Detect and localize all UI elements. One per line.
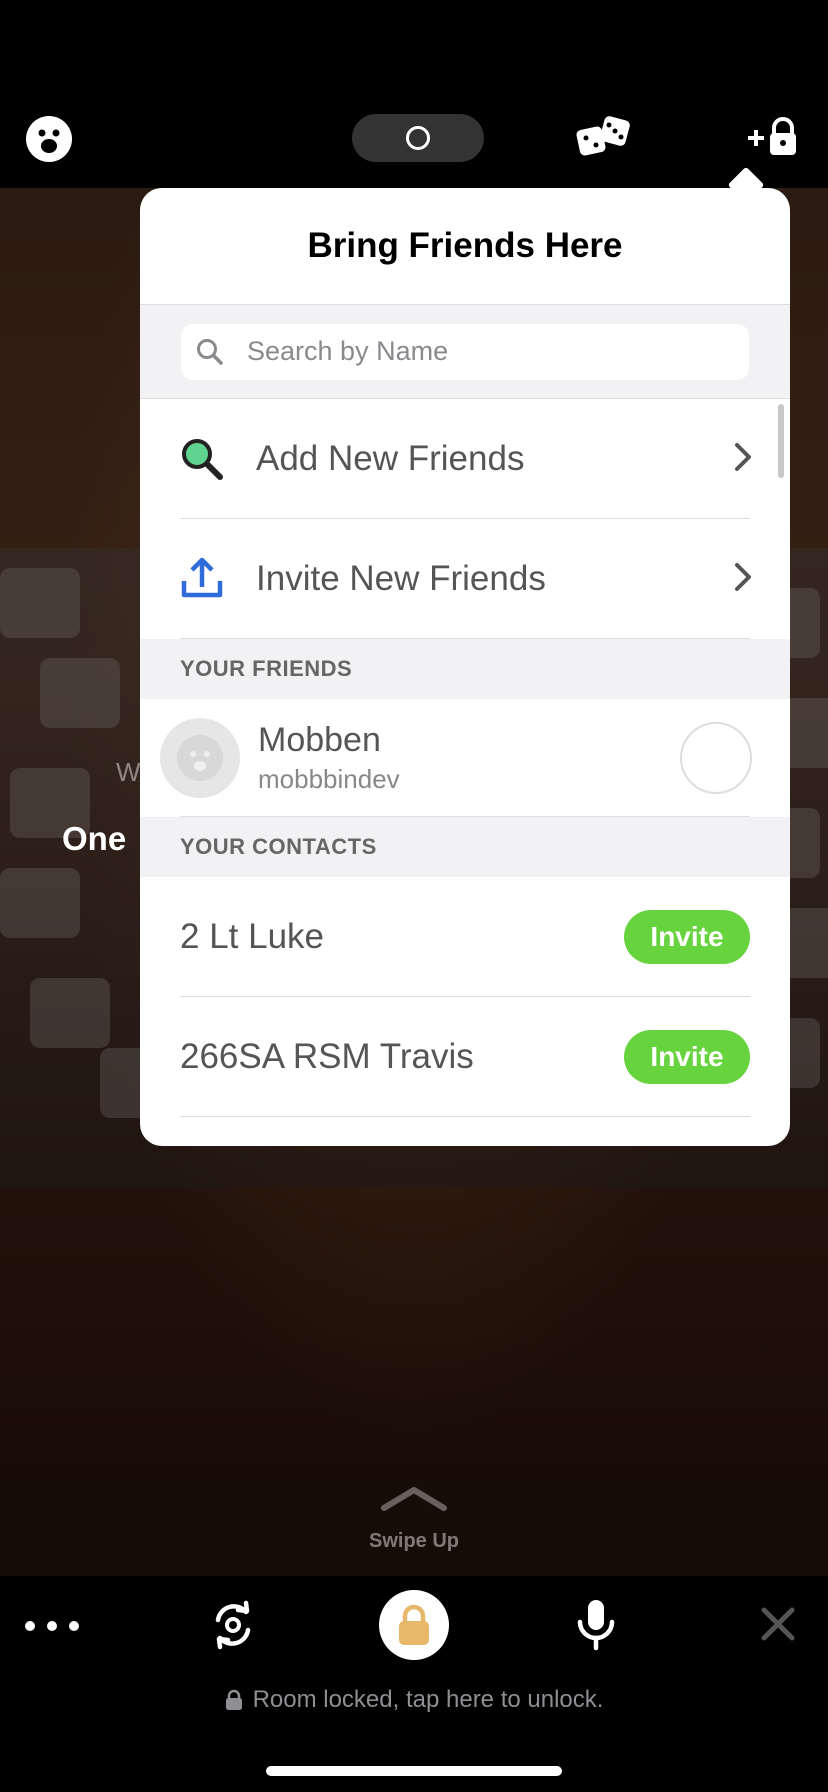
your-friends-header: YOUR FRIENDS: [140, 639, 790, 699]
more-icon[interactable]: [24, 1606, 80, 1646]
search-area: [140, 305, 790, 399]
friend-username: mobbbindev: [258, 764, 400, 794]
your-contacts-header: YOUR CONTACTS: [140, 817, 790, 877]
select-friend-checkbox[interactable]: [680, 722, 752, 794]
flip-camera-icon[interactable]: [208, 1600, 258, 1650]
default-avatar-icon: [177, 735, 223, 781]
bring-friends-popover: Bring Friends Here Add New Friends: [140, 188, 790, 1146]
chevron-right-icon: [734, 562, 752, 597]
camera-switch-button[interactable]: [352, 114, 484, 162]
add-new-friends-row[interactable]: Add New Friends: [140, 399, 790, 519]
friend-row[interactable]: Mobben mobbbindev: [140, 699, 790, 817]
add-lock-icon[interactable]: [744, 112, 800, 162]
room-lock-button[interactable]: [379, 1590, 449, 1660]
small-lock-icon: [225, 1689, 242, 1710]
magnifier-icon: [178, 435, 226, 483]
microphone-icon[interactable]: [574, 1598, 618, 1652]
dice-icon[interactable]: [574, 112, 634, 162]
smiley-face-icon[interactable]: [26, 116, 72, 162]
close-icon[interactable]: [758, 1604, 798, 1644]
background-caption: W: [116, 757, 141, 787]
invite-new-friends-label: Invite New Friends: [256, 559, 546, 598]
home-indicator[interactable]: [266, 1766, 562, 1776]
lock-icon: [399, 1604, 429, 1645]
scrollbar[interactable]: [778, 404, 784, 478]
chevron-up-icon[interactable]: [380, 1484, 448, 1514]
room-lock-text: Room locked, tap here to unlock.: [252, 1686, 604, 1713]
contact-name: 2 Lt Luke: [180, 917, 324, 956]
popover-header: Bring Friends Here: [140, 188, 790, 305]
room-lock-message[interactable]: Room locked, tap here to unlock.: [0, 1686, 828, 1714]
invite-button[interactable]: Invite: [624, 910, 750, 964]
contact-row: 2 Lt Luke Invite: [140, 877, 790, 997]
background-heading: One: [62, 820, 127, 857]
swipe-up-label[interactable]: Swipe Up: [0, 1530, 828, 1553]
share-upload-icon: [178, 555, 226, 603]
contact-name: 266SA RSM Travis: [180, 1037, 474, 1076]
search-icon: [197, 338, 223, 365]
friend-name: Mobben: [258, 721, 381, 759]
popover-title: Bring Friends Here: [307, 226, 623, 265]
search-input[interactable]: [245, 335, 689, 368]
contact-row: 266SA RSM Travis Invite: [140, 997, 790, 1117]
add-new-friends-label: Add New Friends: [256, 439, 525, 478]
avatar: [160, 718, 240, 798]
invite-new-friends-row[interactable]: Invite New Friends: [140, 519, 790, 639]
chevron-right-icon: [734, 442, 752, 477]
invite-button[interactable]: Invite: [624, 1030, 750, 1084]
camera-ring-icon: [406, 126, 430, 150]
search-box[interactable]: [181, 323, 749, 380]
